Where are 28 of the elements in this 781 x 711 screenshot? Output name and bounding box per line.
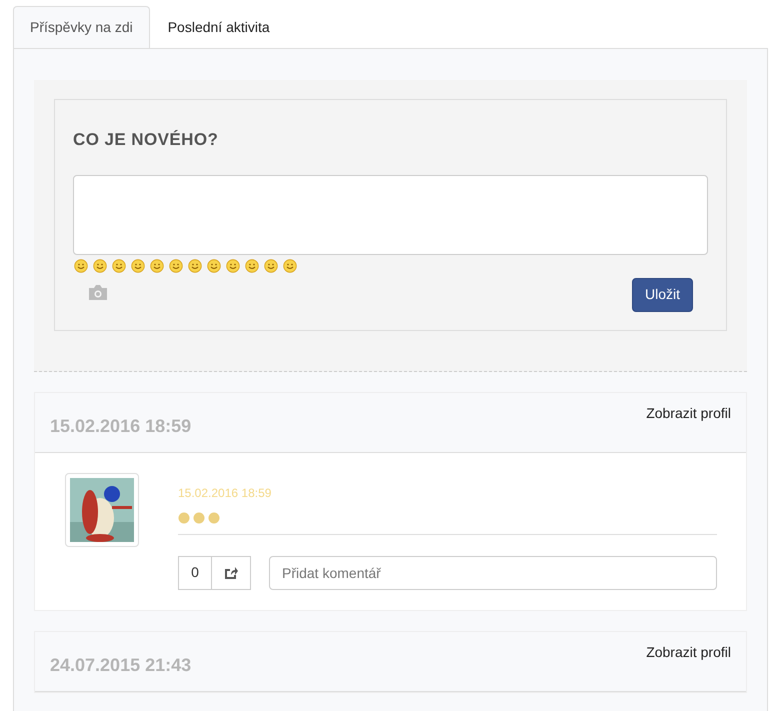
comment-field[interactable]: Přidat komentář <box>269 556 717 590</box>
share-icon <box>224 566 238 580</box>
smiley-icon[interactable] <box>150 258 164 272</box>
save-button[interactable]: Uložit <box>632 278 693 312</box>
post-field[interactable] <box>73 174 708 254</box>
smiley-icon[interactable] <box>169 258 183 272</box>
smiley-icon[interactable] <box>245 258 259 272</box>
smiley-icon[interactable] <box>207 258 221 272</box>
smiley-icon[interactable] <box>131 258 145 272</box>
post-date: 15.02.2016 18:59 <box>50 414 192 438</box>
like-count: 0 <box>179 556 212 588</box>
smiley-icon[interactable] <box>283 258 297 272</box>
dot-icon <box>193 512 205 524</box>
profile-link[interactable]: Zobrazit profil <box>646 642 731 690</box>
profile-link[interactable]: Zobrazit profil <box>646 402 731 452</box>
tab[interactable]: Příspěvky na zdi <box>13 6 150 48</box>
tab[interactable]: Poslední aktivita <box>150 6 288 48</box>
smiley-icon[interactable] <box>188 258 202 272</box>
dot-icon <box>208 512 220 524</box>
smiley-icon[interactable] <box>112 258 126 272</box>
smiley-icon[interactable] <box>93 258 107 272</box>
dot-icon <box>178 512 190 524</box>
composer-title: CO JE NOVÉHO? <box>73 129 220 151</box>
smiley-icon[interactable] <box>226 258 240 272</box>
author-date: 15.02.2016 18:59 <box>178 484 272 502</box>
smiley-icon[interactable] <box>74 258 88 272</box>
smiley-icon[interactable] <box>264 258 278 272</box>
post-date: 24.07.2015 21:43 <box>50 654 192 676</box>
